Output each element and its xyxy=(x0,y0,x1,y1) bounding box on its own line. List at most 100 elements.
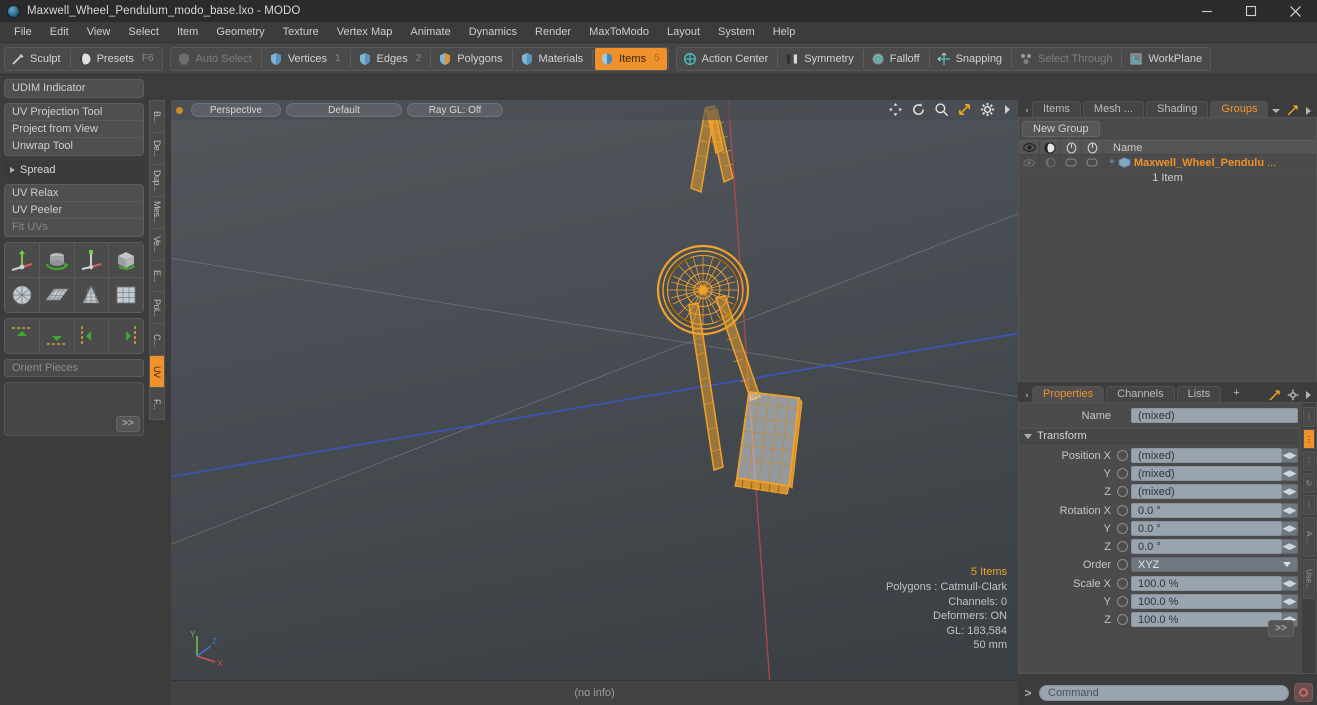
prop-tab-scroll-left-icon[interactable]: ◗ xyxy=(1022,388,1032,402)
uv-flip-box-icon[interactable] xyxy=(109,243,143,277)
vtab-command[interactable]: C... xyxy=(149,323,165,356)
tab-shading[interactable]: Shading xyxy=(1146,101,1209,117)
tab-scroll-left-icon[interactable]: ◗ xyxy=(1022,103,1032,117)
uv-flat-grid-icon[interactable] xyxy=(39,278,74,312)
uv-projection-tool-row[interactable]: UV Projection Tool xyxy=(5,104,143,121)
viewport-shading-mode[interactable]: Default xyxy=(286,103,402,117)
vtab-polygon[interactable]: Pol... xyxy=(149,291,165,324)
uv-scale-axis-icon[interactable] xyxy=(74,243,109,277)
eye-icon[interactable] xyxy=(1019,140,1040,155)
position-z-field[interactable]: (mixed) xyxy=(1131,484,1282,499)
expand-plus-icon[interactable]: + xyxy=(1109,157,1115,168)
snapping-button[interactable]: Snapping xyxy=(932,48,1010,70)
play-icon[interactable] xyxy=(1003,103,1012,116)
uv-cone-grid-icon[interactable] xyxy=(74,278,109,312)
order-select[interactable]: XYZ xyxy=(1131,557,1298,572)
scale-x-field[interactable]: 100.0 % xyxy=(1131,576,1282,591)
menu-geometry[interactable]: Geometry xyxy=(207,22,273,43)
udim-indicator-row[interactable]: UDIM Indicator xyxy=(5,80,143,97)
tab-properties[interactable]: Properties xyxy=(1032,386,1105,402)
menu-dynamics[interactable]: Dynamics xyxy=(460,22,526,43)
viewport-3d[interactable]: Perspective Default Ray GL: Off 5 Items … xyxy=(171,100,1018,680)
uv-align-up-icon[interactable] xyxy=(5,319,39,353)
rail-rotate-icon[interactable]: ↻ xyxy=(1303,473,1315,493)
spread-section-header[interactable]: Spread xyxy=(4,161,144,179)
menu-maxtomodo[interactable]: MaxToModo xyxy=(580,22,658,43)
vtab-mesh[interactable]: Mes... xyxy=(149,195,165,228)
rotation-y-field[interactable]: 0.0 ° xyxy=(1131,521,1282,536)
vtab-b[interactable]: B... xyxy=(149,100,165,132)
tab-lists[interactable]: Lists xyxy=(1176,386,1222,402)
falloff-button[interactable]: Falloff xyxy=(866,48,927,70)
position-y-knob[interactable] xyxy=(1117,468,1128,479)
orient-pieces-field[interactable]: Orient Pieces xyxy=(4,359,144,377)
rotation-z-field[interactable]: 0.0 ° xyxy=(1131,539,1282,554)
close-icon[interactable] xyxy=(1273,0,1317,22)
menu-texture[interactable]: Texture xyxy=(274,22,328,43)
row-render-toggle[interactable] xyxy=(1082,154,1103,171)
menu-layout[interactable]: Layout xyxy=(658,22,709,43)
expand-icon[interactable] xyxy=(1287,105,1299,116)
auto-select-button[interactable]: Auto Select xyxy=(172,48,259,70)
position-z-knob[interactable] xyxy=(1117,486,1128,497)
uv-relax-row[interactable]: UV Relax xyxy=(5,185,143,202)
viewport-menu-dot-icon[interactable] xyxy=(176,106,183,114)
rotation-x-field[interactable]: 0.0 ° xyxy=(1131,503,1282,518)
tab-groups[interactable]: Groups xyxy=(1210,101,1269,117)
scale-y-spinner[interactable]: ◀▶ xyxy=(1282,594,1298,609)
position-y-field[interactable]: (mixed) xyxy=(1131,466,1282,481)
gear-icon[interactable] xyxy=(980,102,995,117)
menu-vertex-map[interactable]: Vertex Map xyxy=(328,22,402,43)
rail-tab-use[interactable]: Use... xyxy=(1303,559,1315,599)
left-expand-button[interactable]: >> xyxy=(116,416,140,432)
rail-active-marker[interactable]: ⋮ xyxy=(1303,429,1315,449)
uv-move-axis-icon[interactable] xyxy=(5,243,39,277)
uv-align-left-icon[interactable] xyxy=(74,319,109,353)
position-x-field[interactable]: (mixed) xyxy=(1131,448,1282,463)
menu-system[interactable]: System xyxy=(709,22,764,43)
record-icon[interactable] xyxy=(1294,683,1313,702)
row-eye-icon[interactable] xyxy=(1019,154,1040,171)
play-icon[interactable] xyxy=(1305,390,1312,400)
scale-z-field[interactable]: 100.0 % xyxy=(1131,612,1282,627)
rotation-z-spinner[interactable]: ◀▶ xyxy=(1282,539,1298,554)
tab-mesh[interactable]: Mesh ... xyxy=(1082,101,1145,117)
lock-icon[interactable] xyxy=(1061,140,1082,155)
polygons-button[interactable]: Polygons xyxy=(433,48,509,70)
rail-tab-a[interactable]: A... xyxy=(1303,517,1315,557)
rail-dots-3[interactable]: ⋮ xyxy=(1303,495,1315,515)
rotation-z-knob[interactable] xyxy=(1117,541,1128,552)
menu-render[interactable]: Render xyxy=(526,22,580,43)
table-row[interactable]: + Maxwell_Wheel_Pendulu ... xyxy=(1019,154,1316,171)
unwrap-tool-row[interactable]: Unwrap Tool xyxy=(5,138,143,155)
row-shading-icon[interactable] xyxy=(1040,154,1061,171)
uv-align-right-icon[interactable] xyxy=(109,319,143,353)
position-x-spinner[interactable]: ◀▶ xyxy=(1282,448,1298,463)
render-icon[interactable] xyxy=(1082,140,1103,155)
rotation-y-knob[interactable] xyxy=(1117,523,1128,534)
menu-select[interactable]: Select xyxy=(119,22,168,43)
vtab-vertex[interactable]: Ve... xyxy=(149,227,165,260)
group-item-name-cell[interactable]: + Maxwell_Wheel_Pendulu ... xyxy=(1103,157,1276,169)
scale-x-knob[interactable] xyxy=(1117,578,1128,589)
scale-x-spinner[interactable]: ◀▶ xyxy=(1282,576,1298,591)
gear-icon[interactable] xyxy=(1287,389,1299,401)
rotation-x-knob[interactable] xyxy=(1117,505,1128,516)
scale-y-field[interactable]: 100.0 % xyxy=(1131,594,1282,609)
action-center-button[interactable]: Action Center xyxy=(678,48,776,70)
fit-icon[interactable] xyxy=(957,102,972,117)
items-button[interactable]: Items 5 xyxy=(595,47,667,70)
vertices-button[interactable]: Vertices 1 xyxy=(264,48,348,70)
uv-sphere-grid-icon[interactable] xyxy=(5,278,39,312)
rail-dots-1[interactable]: ⋮ xyxy=(1303,407,1315,427)
menu-file[interactable]: File xyxy=(5,22,41,43)
scale-y-knob[interactable] xyxy=(1117,596,1128,607)
play-icon[interactable] xyxy=(1305,106,1312,116)
workplane-button[interactable]: WorkPlane xyxy=(1124,48,1209,70)
shading-icon[interactable] xyxy=(1040,140,1061,155)
pan-icon[interactable] xyxy=(888,102,903,117)
menu-help[interactable]: Help xyxy=(764,22,805,43)
uv-rotate-cylinder-icon[interactable] xyxy=(39,243,74,277)
vtab-edge[interactable]: E... xyxy=(149,259,165,292)
viewport-raygl-toggle[interactable]: Ray GL: Off xyxy=(407,103,503,117)
